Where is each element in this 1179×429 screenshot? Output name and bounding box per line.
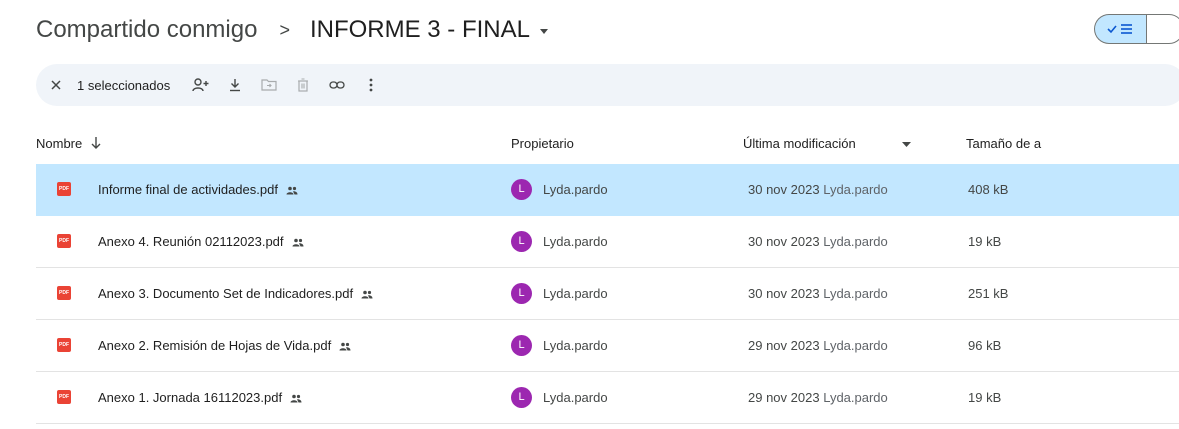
pdf-file-icon: PDF bbox=[57, 286, 71, 300]
breadcrumb-current-folder[interactable]: INFORME 3 - FINAL bbox=[310, 16, 530, 44]
modified-date: 30 nov 2023 bbox=[748, 182, 820, 197]
file-name[interactable]: Anexo 4. Reunión 02112023.pdf bbox=[98, 234, 304, 250]
selection-toolbar: 1 seleccionados bbox=[36, 64, 1179, 106]
modified-by: Lyda.pardo bbox=[823, 234, 888, 249]
file-row[interactable]: PDF Anexo 2. Remisión de Hojas de Vida.pd… bbox=[36, 320, 1179, 372]
breadcrumb: Compartido conmigo > INFORME 3 - FINAL bbox=[36, 10, 548, 50]
sort-caret-icon[interactable] bbox=[902, 142, 911, 148]
sort-arrow-icon[interactable] bbox=[90, 136, 102, 150]
file-name[interactable]: Informe final de actividades.pdf bbox=[98, 182, 298, 198]
file-size: 96 kB bbox=[968, 338, 1002, 353]
file-size: 408 kB bbox=[968, 182, 1009, 197]
modified-info: 30 nov 2023 Lyda.pardo bbox=[748, 234, 888, 249]
add-person-icon[interactable] bbox=[184, 70, 218, 100]
column-header-row: Nombre Propietario Última modificación T… bbox=[36, 130, 1179, 158]
modified-date: 29 nov 2023 bbox=[748, 390, 820, 405]
column-header-owner[interactable]: Propietario bbox=[511, 136, 574, 151]
link-icon[interactable] bbox=[320, 70, 354, 100]
trash-icon[interactable] bbox=[286, 70, 320, 100]
modified-by: Lyda.pardo bbox=[823, 338, 888, 353]
modified-info: 30 nov 2023 Lyda.pardo bbox=[748, 182, 888, 197]
download-icon[interactable] bbox=[218, 70, 252, 100]
pdf-file-icon: PDF bbox=[57, 390, 71, 404]
list-view-button[interactable] bbox=[1094, 14, 1146, 44]
selection-count: 1 seleccionados bbox=[77, 77, 171, 93]
modified-info: 29 nov 2023 Lyda.pardo bbox=[748, 390, 888, 405]
shared-people-icon bbox=[290, 391, 302, 406]
column-header-size[interactable]: Tamaño de a bbox=[966, 136, 1041, 151]
pdf-file-icon: PDF bbox=[57, 182, 71, 196]
file-row[interactable]: PDF Informe final de actividades.pdf L Lyda… bbox=[36, 164, 1179, 216]
file-list: PDF Informe final de actividades.pdf L Lyda… bbox=[36, 164, 1179, 424]
avatar: L bbox=[511, 179, 532, 200]
owner-name: Lyda.pardo bbox=[543, 286, 608, 301]
modified-by: Lyda.pardo bbox=[823, 286, 888, 301]
file-name[interactable]: Anexo 1. Jornada 16112023.pdf bbox=[98, 390, 302, 406]
file-row[interactable]: PDF Anexo 4. Reunión 02112023.pdf L Lyda.pa… bbox=[36, 216, 1179, 268]
check-icon bbox=[1106, 24, 1132, 34]
avatar: L bbox=[511, 283, 532, 304]
move-to-folder-icon[interactable] bbox=[252, 70, 286, 100]
column-header-name[interactable]: Nombre bbox=[36, 136, 82, 151]
shared-people-icon bbox=[292, 235, 304, 250]
pdf-file-icon: PDF bbox=[57, 234, 71, 248]
owner-name: Lyda.pardo bbox=[543, 234, 608, 249]
owner-name: Lyda.pardo bbox=[543, 182, 608, 197]
breadcrumb-root[interactable]: Compartido conmigo bbox=[36, 16, 257, 44]
shared-people-icon bbox=[286, 183, 298, 198]
pdf-file-icon: PDF bbox=[57, 338, 71, 352]
modified-date: 29 nov 2023 bbox=[748, 338, 820, 353]
avatar: L bbox=[511, 231, 532, 252]
avatar: L bbox=[511, 387, 532, 408]
file-size: 19 kB bbox=[968, 234, 1002, 249]
owner-name: Lyda.pardo bbox=[543, 338, 608, 353]
shared-people-icon bbox=[339, 339, 351, 354]
close-icon[interactable] bbox=[41, 70, 71, 100]
breadcrumb-separator: > bbox=[279, 19, 290, 40]
file-size: 251 kB bbox=[968, 286, 1009, 301]
avatar: L bbox=[511, 335, 532, 356]
file-size: 19 kB bbox=[968, 390, 1002, 405]
modified-by: Lyda.pardo bbox=[823, 390, 888, 405]
view-toggle bbox=[1094, 14, 1179, 44]
modified-by: Lyda.pardo bbox=[823, 182, 888, 197]
more-vert-icon[interactable] bbox=[354, 70, 388, 100]
file-name[interactable]: Anexo 3. Documento Set de Indicadores.pd… bbox=[98, 286, 373, 302]
file-row[interactable]: PDF Anexo 1. Jornada 16112023.pdf L Lyda.pa… bbox=[36, 372, 1179, 424]
column-header-modified[interactable]: Última modificación bbox=[743, 136, 856, 151]
file-name[interactable]: Anexo 2. Remisión de Hojas de Vida.pdf bbox=[98, 338, 351, 354]
modified-date: 30 nov 2023 bbox=[748, 234, 820, 249]
modified-info: 30 nov 2023 Lyda.pardo bbox=[748, 286, 888, 301]
shared-people-icon bbox=[361, 287, 373, 302]
folder-menu-caret-icon[interactable] bbox=[539, 29, 548, 34]
owner-name: Lyda.pardo bbox=[543, 390, 608, 405]
modified-date: 30 nov 2023 bbox=[748, 286, 820, 301]
file-row[interactable]: PDF Anexo 3. Documento Set de Indicadores… bbox=[36, 268, 1179, 320]
grid-view-button[interactable] bbox=[1146, 14, 1179, 44]
modified-info: 29 nov 2023 Lyda.pardo bbox=[748, 338, 888, 353]
